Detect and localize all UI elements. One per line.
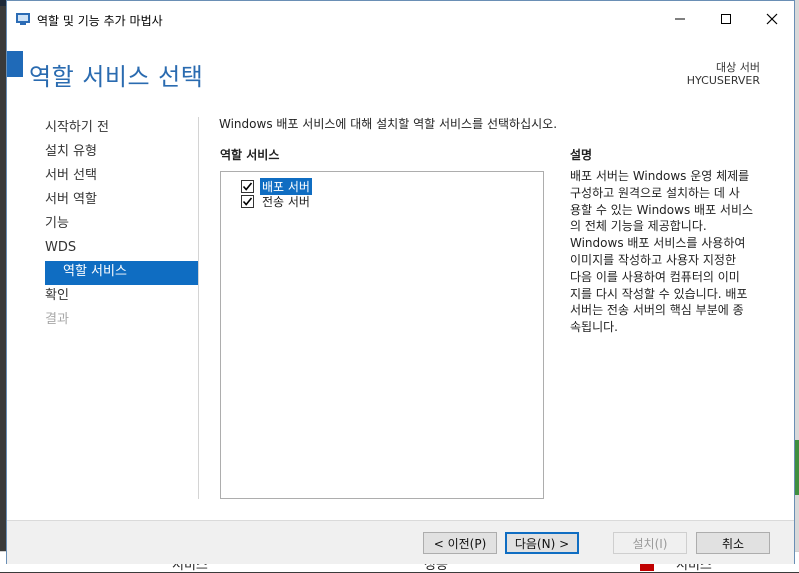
nav-item-wds[interactable]: WDS <box>29 237 199 261</box>
server-manager-icon <box>15 11 31 27</box>
nav-item-results: 결과 <box>45 312 69 327</box>
checkmark-icon <box>242 181 253 191</box>
deployment-server-checkbox[interactable] <box>241 179 254 193</box>
nav-item-server-selection[interactable]: 서버 선택 <box>29 165 199 189</box>
wizard-window: 역할 및 기능 추가 마법사 역할 서비스 선택 대상 서버 HYCUSERVE… <box>6 0 795 564</box>
window-title: 역할 및 기능 추가 마법사 <box>37 14 163 28</box>
wizard-nav: 시작하기 전 설치 유형 서버 선택 서버 역할 기능 WDS 역할 서비스 확… <box>29 117 199 333</box>
next-button[interactable]: 다음(N) > <box>505 532 579 554</box>
title-bar[interactable]: 역할 및 기능 추가 마법사 <box>7 1 794 39</box>
maximize-icon <box>721 14 731 24</box>
role-item-transport-server[interactable]: 전송 서버 <box>241 193 312 209</box>
title-accent-bar <box>7 51 23 77</box>
nav-item-installation-type[interactable]: 설치 유형 <box>29 141 199 165</box>
background-window-right <box>795 0 799 571</box>
nav-item-features[interactable]: 기능 <box>29 213 199 237</box>
instruction-text: Windows 배포 서비스에 대해 설치할 역할 서비스를 선택하십시오. <box>219 117 558 131</box>
install-button: 설치(I) <box>613 532 687 554</box>
close-icon <box>766 13 778 25</box>
description-heading: 설명 <box>570 148 593 162</box>
nav-divider <box>198 117 199 499</box>
nav-item-server-roles[interactable]: 서버 역할 <box>29 189 199 213</box>
checkmark-icon <box>242 196 253 206</box>
nav-item-confirmation[interactable]: 확인 <box>29 285 199 309</box>
minimize-button[interactable] <box>657 3 703 35</box>
role-services-list[interactable]: 배포 서버 전송 서버 <box>220 171 544 499</box>
previous-button[interactable]: < 이전(P) <box>423 532 497 554</box>
close-button[interactable] <box>749 3 795 35</box>
role-services-heading: 역할 서비스 <box>220 148 280 162</box>
nav-item-before-you-begin[interactable]: 시작하기 전 <box>29 117 199 141</box>
description-text: 배포 서버는 Windows 운영 체제를 구성하고 원격으로 설치하는 데 사… <box>570 169 754 335</box>
page-title: 역할 서비스 선택 <box>29 63 204 91</box>
target-server-label: 대상 서버 <box>716 61 760 74</box>
maximize-button[interactable] <box>703 3 749 35</box>
background-status-bar <box>795 440 799 495</box>
nav-item-role-services[interactable]: 역할 서비스 <box>45 261 199 285</box>
cancel-button[interactable]: 취소 <box>696 532 770 554</box>
target-server-name: HYCUSERVER <box>686 74 760 87</box>
wizard-footer: < 이전(P) 다음(N) > 설치(I) 취소 <box>7 520 794 564</box>
minimize-icon <box>675 18 685 20</box>
transport-server-checkbox[interactable] <box>241 194 254 208</box>
transport-server-label[interactable]: 전송 서버 <box>260 193 312 210</box>
